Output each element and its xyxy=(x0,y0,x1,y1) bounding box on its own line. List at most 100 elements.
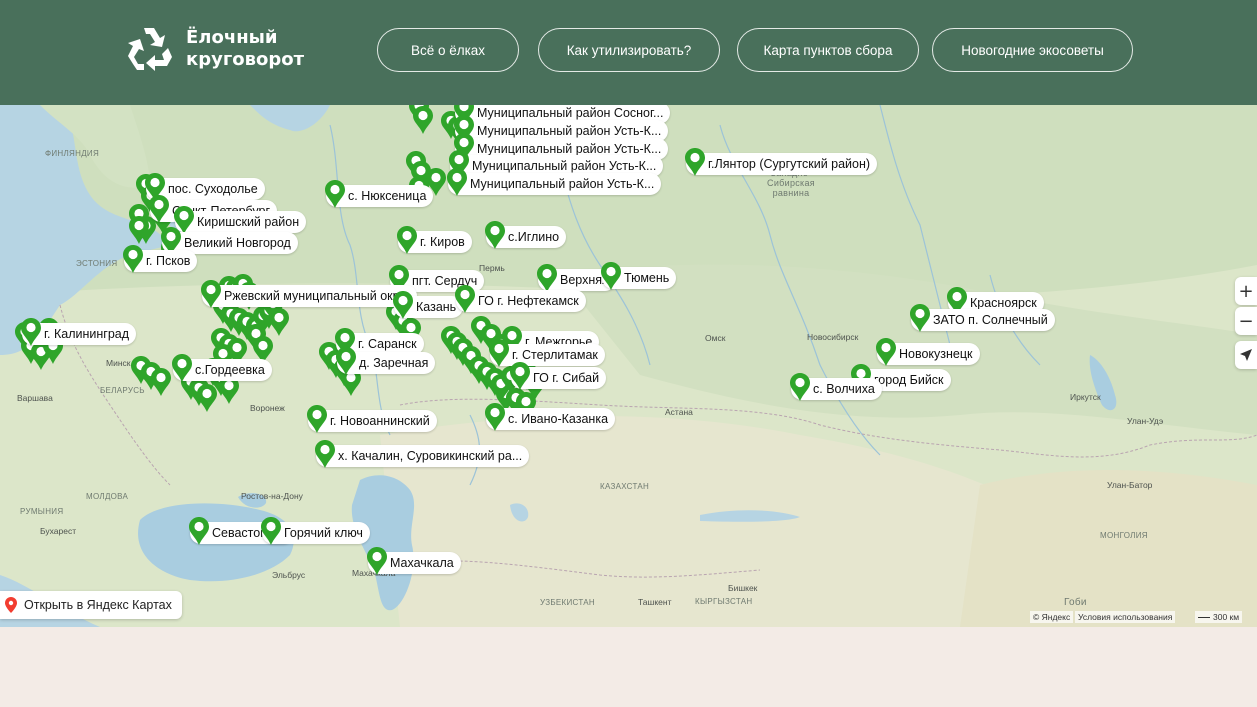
map-label-perm: Пермь xyxy=(479,263,505,273)
map-marker-icon xyxy=(455,285,475,313)
collection-point[interactable]: Новокузнецк xyxy=(876,338,980,366)
map-label-omsk: Омск xyxy=(705,333,726,343)
collection-point-label: г. Калининград xyxy=(44,327,130,341)
collection-point-label: ГО г. Сибай xyxy=(533,371,600,385)
map-marker-icon xyxy=(325,180,345,208)
nav-all-about-trees[interactable]: Всё о ёлках xyxy=(377,28,519,72)
map-label-bishkek: Бишкек xyxy=(728,583,758,593)
collection-point[interactable]: х. Качалин, Суровикинский ра... xyxy=(315,440,530,468)
map-marker-icon xyxy=(129,216,149,244)
collection-point[interactable]: Горячий ключ xyxy=(261,517,370,545)
collection-point-marker[interactable] xyxy=(128,215,150,245)
collection-point-marker[interactable] xyxy=(150,367,172,397)
terms-of-use-link[interactable]: Условия использования xyxy=(1075,611,1176,623)
collection-point[interactable]: г. Калининград xyxy=(21,318,137,346)
zoom-in-button[interactable]: + xyxy=(1235,277,1257,305)
collection-point-marker[interactable] xyxy=(196,383,218,413)
map-marker-icon xyxy=(601,262,621,290)
page-footer-area xyxy=(0,627,1257,707)
map-marker-icon xyxy=(790,373,810,401)
map-marker-icon xyxy=(910,304,930,332)
map-marker-icon xyxy=(123,245,143,273)
map-label-ulaanbaatar: Улан-Батор xyxy=(1107,480,1153,490)
logo-line-1: Ёлочный xyxy=(186,27,278,48)
map-label-novosibirsk: Новосибирск xyxy=(807,332,859,342)
map-pin-icon xyxy=(5,597,17,613)
zoom-out-button[interactable]: − xyxy=(1235,307,1257,335)
map-label-ulan-ude: Улан-Удэ xyxy=(1127,416,1164,426)
map-label-tashkent: Ташкент xyxy=(638,597,672,607)
collection-point[interactable]: Махачкала xyxy=(367,547,461,575)
map-label-kazakhstan: КАЗАХСТАН xyxy=(600,482,650,491)
map-label-mongolia: МОНГОЛИЯ xyxy=(1100,531,1148,540)
open-in-yandex-maps-button[interactable]: Открыть в Яндекс Картах xyxy=(0,591,182,619)
recycle-icon xyxy=(128,28,172,71)
collection-point-label: город Бийск xyxy=(874,373,944,387)
collection-point[interactable]: с.Иглино xyxy=(485,221,567,249)
map-marker-icon xyxy=(485,403,505,431)
collection-point[interactable]: с. Нюксеница xyxy=(325,180,434,208)
map-label-rostov: Ростов-на-Дону xyxy=(241,491,303,501)
collection-point[interactable]: с. Ивано-Казанка xyxy=(485,403,616,431)
logo[interactable]: Ёлочный круговорот xyxy=(124,24,304,74)
collection-point-label: г.Лянтор (Сургутский район) xyxy=(708,157,871,171)
map-label-finland: ФИНЛЯНДИЯ xyxy=(45,149,100,158)
collection-point-label: Горячий ключ xyxy=(284,526,363,540)
map-marker-icon xyxy=(447,168,467,196)
collection-point[interactable]: г.Лянтор (Сургутский район) xyxy=(685,148,878,176)
map-marker-icon xyxy=(189,517,209,545)
map-label-moldova: МОЛДОВА xyxy=(86,492,129,501)
scale-bar xyxy=(1198,617,1210,619)
map-label-estonia: ЭСТОНИЯ xyxy=(76,259,118,268)
map-marker-icon xyxy=(21,318,41,346)
map-label-uzbekistan: УЗБЕКИСТАН xyxy=(540,598,595,607)
geolocation-button[interactable] xyxy=(1235,341,1257,369)
collection-point[interactable]: ЗАТО п. Солнечный xyxy=(910,304,1055,332)
collection-point-label: Великий Новгород xyxy=(184,236,291,250)
collection-point[interactable]: ГО г. Сибай xyxy=(510,362,607,390)
collection-point-label: Тюмень xyxy=(624,271,670,285)
collection-point-marker[interactable] xyxy=(412,105,434,135)
collection-point[interactable]: д. Заречная xyxy=(336,347,436,375)
navigation-arrow-icon xyxy=(1240,349,1252,361)
collection-point[interactable]: г. Новоаннинский xyxy=(307,405,437,433)
nav-eco-tips[interactable]: Новогодние экосоветы xyxy=(932,28,1133,72)
yandex-copyright[interactable]: © Яндекс xyxy=(1030,611,1074,623)
collection-point[interactable]: Казань xyxy=(393,291,464,319)
collection-point-label: г. Псков xyxy=(146,254,191,268)
map-marker-icon xyxy=(197,384,217,412)
collection-point-marker[interactable] xyxy=(268,307,290,337)
collection-point[interactable]: ГО г. Нефтекамск xyxy=(455,285,586,313)
collection-point[interactable]: Муниципальный район Усть-К... xyxy=(447,168,662,196)
map-label-voronezh: Воронеж xyxy=(250,403,285,413)
map-marker-icon xyxy=(876,338,896,366)
map-marker-icon xyxy=(336,347,356,375)
collection-point[interactable]: с.Гордеевка xyxy=(172,354,272,382)
collection-point-label: Махачкала xyxy=(390,556,454,570)
nav-collection-map[interactable]: Карта пунктов сбора xyxy=(737,28,919,72)
collection-point-label: Новокузнецк xyxy=(899,347,973,361)
map-marker-icon xyxy=(261,517,281,545)
collection-point-label: с.Иглино xyxy=(508,230,560,244)
map[interactable]: ФИНЛЯНДИЯ ЭСТОНИЯ БЕЛАРУСЬ Минск Варшава… xyxy=(0,105,1257,627)
map-label-warsaw: Варшава xyxy=(17,393,53,403)
map-marker-icon xyxy=(489,339,509,367)
collection-point[interactable]: Тюмень xyxy=(601,262,677,290)
map-marker-icon xyxy=(685,148,705,176)
map-marker-icon xyxy=(269,308,289,336)
collection-point[interactable]: Киришский район xyxy=(174,206,307,234)
map-scale: 300 км xyxy=(1195,611,1243,623)
collection-point[interactable]: г. Псков xyxy=(123,245,198,273)
collection-point[interactable]: г. Стерлитамак xyxy=(489,339,605,367)
map-label-kyrgyzstan: КЫРГЫЗСТАН xyxy=(695,597,753,606)
map-marker-icon xyxy=(413,106,433,134)
collection-point-label: Красноярск xyxy=(970,296,1037,310)
map-marker-icon xyxy=(537,264,557,292)
nav-how-to-recycle[interactable]: Как утилизировать? xyxy=(538,28,720,72)
open-in-yandex-maps-label: Открыть в Яндекс Картах xyxy=(24,598,172,612)
collection-point[interactable]: с. Волчиха xyxy=(790,373,882,401)
collection-point[interactable]: Ржевский муниципальный окр... xyxy=(201,280,417,308)
map-marker-icon xyxy=(367,547,387,575)
collection-point[interactable]: г. Киров xyxy=(397,226,472,254)
map-label-belarus: БЕЛАРУСЬ xyxy=(100,386,145,395)
